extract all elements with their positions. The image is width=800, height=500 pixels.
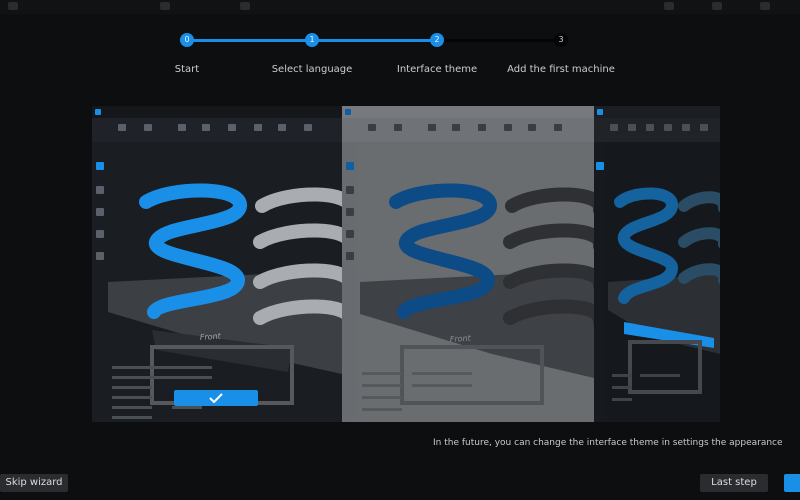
build-plate-scene: Front bbox=[108, 183, 342, 419]
toolbar-icon bbox=[628, 124, 636, 131]
skip-wizard-button[interactable]: Skip wizard bbox=[0, 474, 68, 492]
model-info-list bbox=[612, 374, 680, 401]
theme-option-light[interactable]: Front bbox=[342, 106, 594, 422]
toolbar-icon bbox=[700, 124, 708, 131]
toolbar-icon bbox=[682, 124, 690, 131]
toolbar-icon bbox=[278, 124, 286, 131]
model-info-list bbox=[362, 372, 472, 411]
app-icon bbox=[8, 2, 18, 10]
window-icon bbox=[664, 2, 674, 10]
toolbar-icon bbox=[646, 124, 654, 131]
toolbar-icon bbox=[254, 124, 262, 131]
step-label-start: Start bbox=[174, 64, 200, 75]
toolbar-icon bbox=[228, 124, 236, 131]
step-label-machine: Add the first machine bbox=[507, 64, 615, 75]
theme-option-dark[interactable]: Front bbox=[92, 106, 342, 422]
top-bar bbox=[0, 0, 800, 14]
step-node-theme: 2 bbox=[430, 33, 444, 47]
toolbar-icon bbox=[394, 124, 402, 131]
preview-title-bar bbox=[342, 106, 594, 118]
next-step-button[interactable] bbox=[784, 474, 800, 492]
window-icon bbox=[712, 2, 722, 10]
step-label-theme: Interface theme bbox=[396, 64, 478, 75]
preview-toolbar bbox=[92, 118, 342, 142]
wizard-stepper: 0 1 2 3 bbox=[180, 32, 570, 50]
toolbar-icon bbox=[118, 124, 126, 131]
preview-title-bar bbox=[92, 106, 342, 118]
step-node-start: 0 bbox=[180, 33, 194, 47]
preview-toolbar bbox=[594, 118, 720, 142]
toolbar-icon bbox=[478, 124, 486, 131]
last-step-button[interactable]: Last step bbox=[700, 474, 768, 492]
theme-option-deep-dark[interactable] bbox=[594, 106, 720, 422]
toolbar-icon bbox=[160, 2, 170, 10]
toolbar-icon bbox=[528, 124, 536, 131]
theme-selected-check[interactable] bbox=[174, 390, 258, 406]
toolbar-icon bbox=[178, 124, 186, 131]
toolbar-icon bbox=[610, 124, 618, 131]
toolbar-icon bbox=[504, 124, 512, 131]
app-logo-icon bbox=[345, 109, 351, 115]
toolbar-icon bbox=[144, 124, 152, 131]
check-icon bbox=[209, 393, 223, 403]
app-logo-icon bbox=[597, 109, 603, 115]
preview-toolbar bbox=[342, 118, 594, 142]
step-label-language: Select language bbox=[271, 64, 353, 75]
window-icon bbox=[760, 2, 770, 10]
theme-change-note: In the future, you can change the interf… bbox=[433, 438, 783, 448]
toolbar-icon bbox=[240, 2, 250, 10]
build-plate-scene: Front bbox=[360, 183, 594, 411]
toolbar-icon bbox=[428, 124, 436, 131]
toolbar-icon bbox=[554, 124, 562, 131]
plate-front-label: Front bbox=[200, 331, 222, 342]
progress-track-remaining bbox=[438, 39, 562, 42]
toolbar-icon bbox=[452, 124, 460, 131]
app-logo-icon bbox=[95, 109, 101, 115]
toolbar-icon bbox=[664, 124, 672, 131]
toolbar-icon bbox=[368, 124, 376, 131]
build-plate-scene bbox=[608, 187, 720, 401]
step-node-machine: 3 bbox=[554, 33, 568, 47]
toolbar-icon bbox=[304, 124, 312, 131]
preview-title-bar bbox=[594, 106, 720, 118]
toolbar-icon bbox=[202, 124, 210, 131]
step-node-language: 1 bbox=[305, 33, 319, 47]
theme-preview: Front Front bbox=[92, 106, 720, 422]
plate-front-label: Front bbox=[450, 333, 472, 344]
